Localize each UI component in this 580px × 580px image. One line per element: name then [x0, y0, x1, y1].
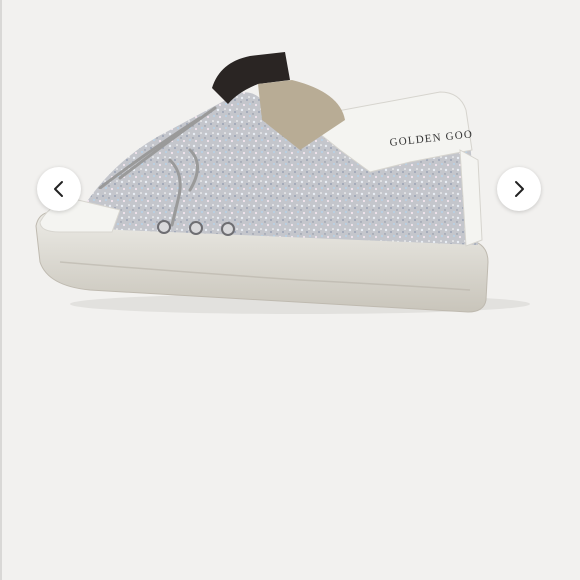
- carousel-prev-button[interactable]: [37, 167, 81, 211]
- product-carousel: GOLDEN GOO: [0, 0, 580, 580]
- product-image: GOLDEN GOO: [35, 52, 530, 314]
- chevron-right-icon: [515, 181, 524, 197]
- chevron-left-icon: [54, 181, 63, 197]
- carousel-next-button[interactable]: [497, 167, 541, 211]
